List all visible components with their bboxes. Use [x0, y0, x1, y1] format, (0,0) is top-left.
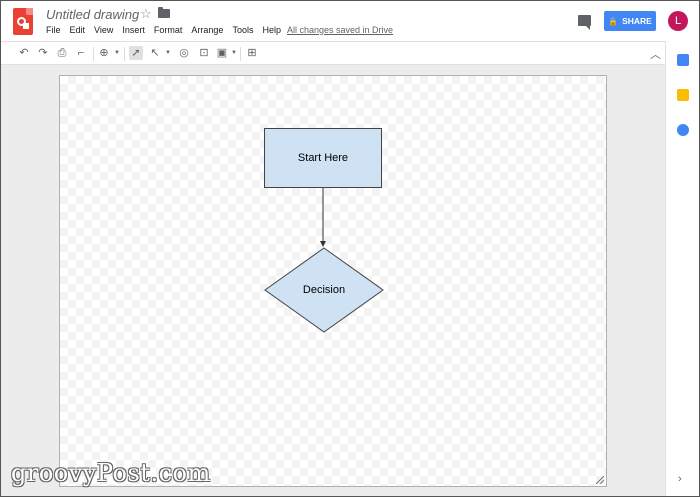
watermark-text: groovyPost.com	[11, 459, 211, 487]
redo-icon[interactable]: ↷	[36, 46, 50, 60]
folder-icon[interactable]	[158, 7, 170, 18]
document-title[interactable]: Untitled drawing	[46, 7, 139, 22]
undo-icon[interactable]: ↶	[17, 46, 31, 60]
drawing-page[interactable]: Start Here Decision	[59, 75, 607, 487]
print-icon[interactable]: ⎙	[55, 46, 69, 60]
menu-bar: File Edit View Insert Format Arrange Too…	[46, 25, 290, 35]
zoom-caret-icon[interactable]: ▼	[114, 46, 120, 60]
keep-icon[interactable]	[677, 89, 689, 101]
line-icon[interactable]: ↖	[148, 46, 162, 60]
avatar[interactable]: L	[668, 11, 688, 31]
menu-file[interactable]: File	[46, 25, 61, 35]
calendar-icon[interactable]	[677, 54, 689, 66]
shape-icon[interactable]: ◎	[177, 46, 191, 60]
save-status-link[interactable]: All changes saved in Drive	[287, 25, 393, 35]
add-comment-icon[interactable]: ⊞	[245, 46, 259, 60]
menu-format[interactable]: Format	[154, 25, 183, 35]
collapse-toolbar-icon[interactable]: ︿	[650, 46, 661, 62]
tasks-icon[interactable]	[677, 124, 689, 136]
select-icon[interactable]: ➚	[129, 46, 143, 60]
image-icon[interactable]: ▣	[215, 46, 229, 60]
menu-view[interactable]: View	[94, 25, 113, 35]
menu-arrange[interactable]: Arrange	[191, 25, 223, 35]
menu-insert[interactable]: Insert	[122, 25, 145, 35]
menu-tools[interactable]: Tools	[232, 25, 253, 35]
app-header: Untitled drawing ☆ File Edit View Insert…	[1, 1, 699, 41]
menu-help[interactable]: Help	[262, 25, 281, 35]
share-button[interactable]: 🔒 SHARE	[604, 11, 656, 31]
text-box-icon[interactable]: ⊡	[197, 46, 211, 60]
paint-format-icon[interactable]: ⌐	[74, 46, 88, 60]
comment-icon[interactable]	[578, 15, 591, 30]
star-icon[interactable]: ☆	[140, 6, 152, 22]
expand-panel-icon[interactable]: ›	[678, 473, 682, 485]
decision-label: Decision	[302, 284, 346, 296]
resize-handle-icon[interactable]	[596, 476, 604, 484]
side-panel: ›	[665, 41, 699, 496]
line-caret-icon[interactable]: ▼	[165, 46, 171, 60]
toolbar: ↶ ↷ ⎙ ⌐ ⊕ ▼ ➚ ↖ ▼ ◎ ⊡ ▣ ▼ ⊞ ︿	[1, 41, 699, 65]
decision-shape[interactable]: Decision	[264, 247, 384, 333]
drawings-logo-icon[interactable]	[13, 8, 33, 35]
image-caret-icon[interactable]: ▼	[231, 46, 237, 60]
canvas-area: Start Here Decision	[1, 65, 665, 496]
share-label: SHARE	[622, 16, 652, 26]
lock-icon: 🔒	[608, 16, 619, 26]
zoom-icon[interactable]: ⊕	[97, 46, 111, 60]
menu-edit[interactable]: Edit	[70, 25, 86, 35]
